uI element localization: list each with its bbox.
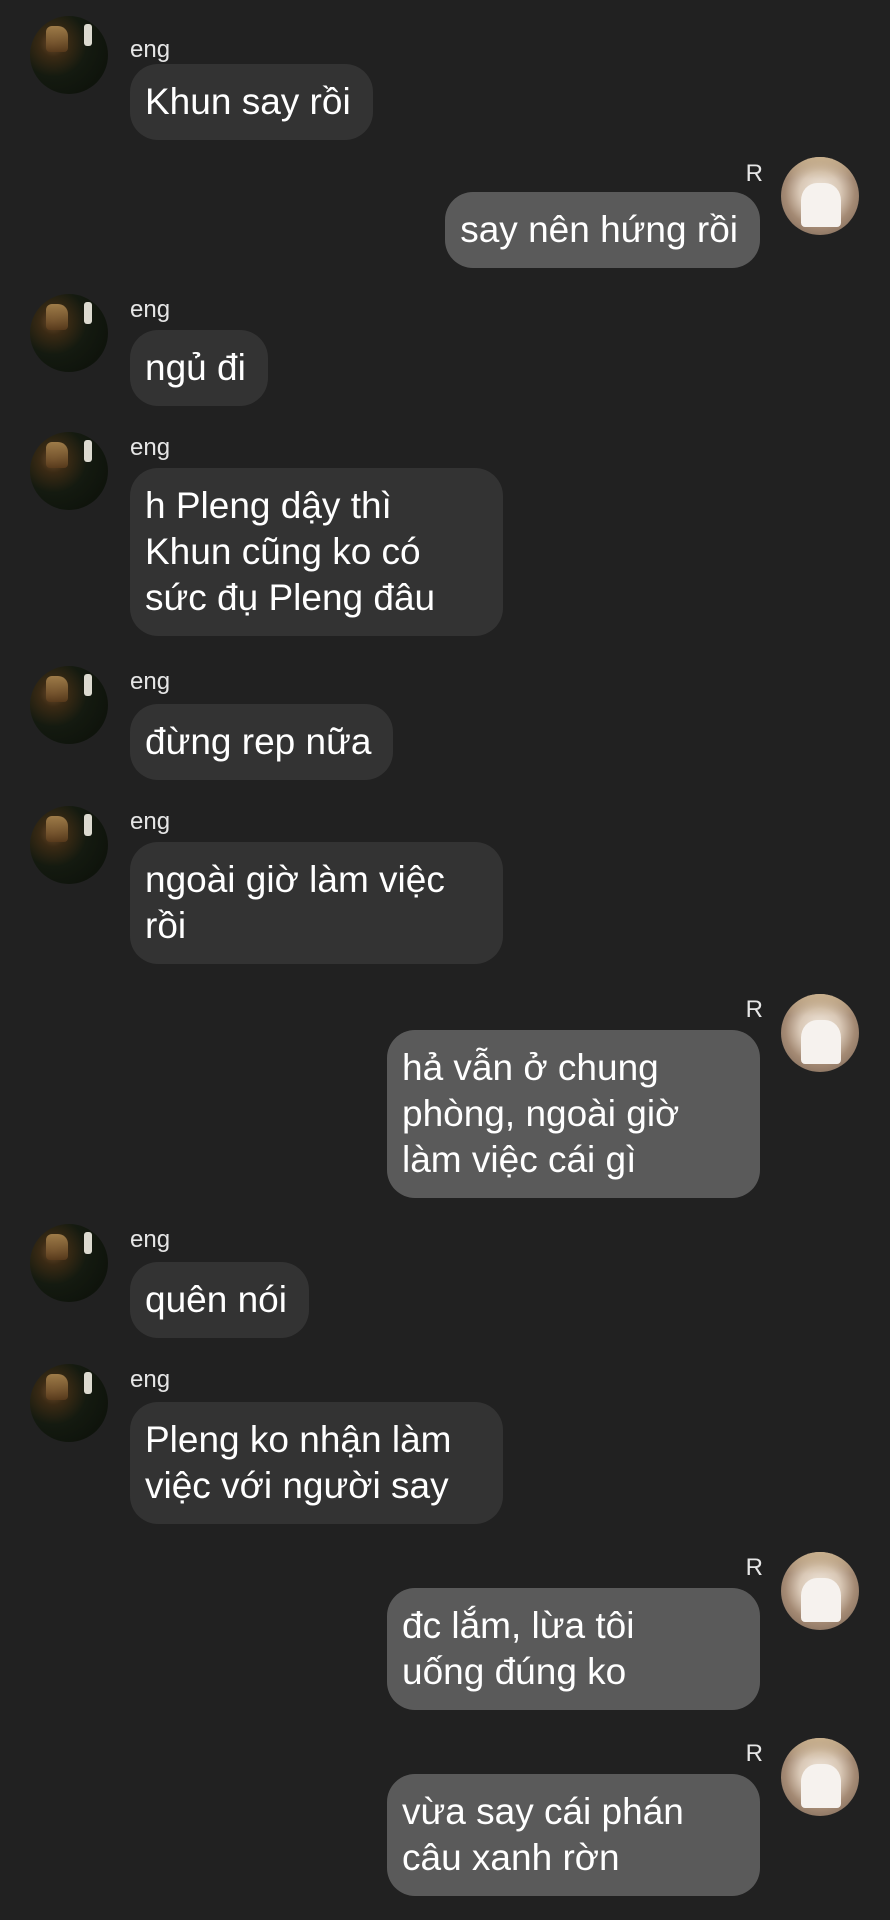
sender-name: eng (130, 296, 171, 323)
sender-name: eng (130, 808, 171, 835)
contact-avatar[interactable] (30, 16, 108, 94)
sender-name: eng (130, 434, 171, 461)
contact-avatar[interactable] (30, 1364, 108, 1442)
message-row: eng ngoài giờ làm việc rồi (0, 806, 890, 976)
sender-name: eng (130, 1226, 171, 1253)
user-avatar[interactable] (781, 1552, 859, 1630)
message-bubble[interactable]: Pleng ko nhận làm việc với người say (130, 1402, 503, 1524)
contact-avatar[interactable] (30, 666, 108, 744)
message-bubble[interactable]: vừa say cái phán câu xanh rờn (387, 1774, 760, 1896)
message-bubble[interactable]: say nên hứng rồi (445, 192, 760, 268)
message-row: eng đừng rep nữa (0, 666, 890, 786)
user-avatar[interactable] (781, 1738, 859, 1816)
sender-name: R (745, 996, 763, 1023)
message-row: eng Khun say rồi (0, 16, 890, 140)
message-row: eng Pleng ko nhận làm việc với người say (0, 1364, 890, 1534)
message-row: eng ngủ đi (0, 294, 890, 414)
chat-thread[interactable]: eng Khun say rồi R say nên hứng rồi eng … (0, 0, 890, 1920)
message-bubble[interactable]: hả vẫn ở chung phòng, ngoài giờ làm việc… (387, 1030, 760, 1198)
contact-avatar[interactable] (30, 294, 108, 372)
contact-avatar[interactable] (30, 432, 108, 510)
message-bubble[interactable]: ngủ đi (130, 330, 268, 406)
message-row: eng h Pleng dậy thì Khun cũng ko có sức … (0, 432, 890, 652)
sender-name: R (745, 1740, 763, 1767)
message-row: R hả vẫn ở chung phòng, ngoài giờ làm vi… (0, 994, 890, 1214)
message-bubble[interactable]: h Pleng dậy thì Khun cũng ko có sức đụ P… (130, 468, 503, 636)
user-avatar[interactable] (781, 994, 859, 1072)
message-row: R vừa say cái phán câu xanh rờn (0, 1738, 890, 1908)
sender-name: eng (130, 1366, 171, 1393)
message-bubble[interactable]: ngoài giờ làm việc rồi (130, 842, 503, 964)
message-row: R đc lắm, lừa tôi uống đúng ko (0, 1552, 890, 1722)
message-bubble[interactable]: Khun say rồi (130, 64, 373, 140)
contact-avatar[interactable] (30, 806, 108, 884)
sender-name: R (745, 1554, 763, 1581)
message-bubble[interactable]: đừng rep nữa (130, 704, 394, 780)
message-row: R say nên hứng rồi (0, 152, 890, 282)
contact-avatar[interactable] (30, 1224, 108, 1302)
sender-name: R (745, 160, 763, 187)
sender-name: eng (130, 668, 171, 695)
message-row: eng quên nói (0, 1224, 890, 1348)
sender-name: eng (130, 36, 171, 63)
message-bubble[interactable]: quên nói (130, 1262, 309, 1338)
message-bubble[interactable]: đc lắm, lừa tôi uống đúng ko (387, 1588, 760, 1710)
user-avatar[interactable] (781, 157, 859, 235)
